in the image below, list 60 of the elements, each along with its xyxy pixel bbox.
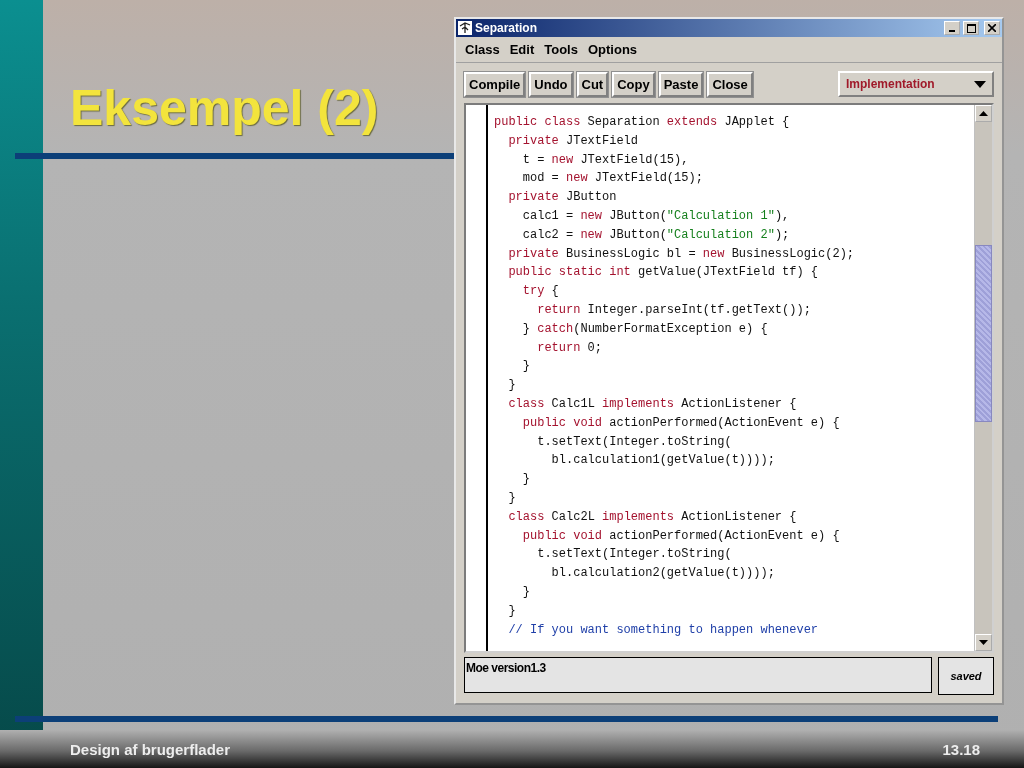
code-line: return Integer.parseInt(tf.getText()); [536, 301, 812, 319]
close-button[interactable] [984, 21, 1000, 35]
code-line: mod = new JTextField(15); [521, 170, 704, 188]
menu-item[interactable]: Class [460, 40, 505, 59]
toolbar-button[interactable]: Close [707, 71, 753, 97]
scroll-thumb[interactable] [975, 245, 992, 422]
status-message: Moe version1.3 [464, 657, 932, 693]
code-line: class Calc2L implements ActionListener { [507, 508, 798, 526]
code-line: public void actionPerformed(ActionEvent e) { [521, 414, 841, 432]
app-icon [458, 21, 472, 35]
slide-title: Eksempel (2) [70, 79, 379, 138]
code-line: private JTextField [507, 132, 640, 150]
code-line: } [507, 602, 517, 620]
dropdown-value: Implementation [846, 77, 935, 91]
toolbar-button[interactable]: Copy [612, 71, 655, 97]
code-line: t.setText(Integer.toString( [536, 433, 733, 451]
code-line: bl.calculation1(getValue(t)))); [550, 452, 776, 470]
code-line: public class Separation extends JApplet { [494, 114, 791, 131]
code-line: class Calc1L implements ActionListener { [507, 395, 798, 413]
menu-item[interactable]: Edit [504, 40, 540, 59]
scrollbar[interactable] [974, 105, 992, 651]
code-line: t = new JTextField(15), [521, 151, 690, 169]
down-arrow-icon [979, 640, 988, 645]
minimize-button[interactable] [944, 21, 960, 35]
code-line: } [507, 489, 517, 507]
footer-title: Design af brugerflader [70, 740, 231, 758]
view-dropdown[interactable]: Implementation [838, 71, 994, 97]
scroll-up-button[interactable] [975, 105, 992, 122]
scroll-down-button[interactable] [975, 634, 992, 651]
toolbar-button[interactable]: Cut [576, 71, 609, 97]
code-line: bl.calculation2(getValue(t)))); [550, 565, 776, 583]
code-line: t.setText(Integer.toString( [536, 546, 733, 564]
code-line: } [507, 377, 517, 395]
toolbar-button[interactable]: Compile [464, 71, 526, 97]
up-arrow-icon [979, 111, 988, 116]
caret-icon [974, 80, 986, 88]
code-line: } [521, 358, 531, 376]
toolbar-button[interactable]: Paste [658, 71, 704, 97]
code-line: private BusinessLogic bl = new BusinessLogic(2); [507, 245, 856, 263]
code-editor[interactable] [464, 103, 994, 653]
window-title: Separation [475, 21, 538, 35]
code-line: // If you want something to happen whenever [507, 621, 820, 639]
code-line: public static int getValue(JTextField tf) { [507, 264, 820, 282]
code-line: } catch(NumberFormatException e) { [521, 320, 769, 338]
menu-item[interactable]: Options [582, 40, 643, 59]
slide-number: 13.18 [942, 740, 980, 758]
save-status: saved [938, 657, 994, 695]
menu-item[interactable]: Tools [539, 40, 583, 59]
code-line: private JButton [507, 189, 618, 207]
code-line: public void actionPerformed(ActionEvent e) { [521, 527, 841, 545]
code-line: try { [521, 283, 560, 301]
code-line: } [521, 471, 531, 489]
code-line: calc1 = new JButton("Calculation 1"), [521, 208, 791, 225]
maximize-icon [966, 23, 976, 33]
maximize-button[interactable] [963, 21, 979, 35]
code-line: } [521, 583, 531, 601]
close-icon [988, 24, 996, 32]
code-line: calc2 = new JButton("Calculation 2"); [521, 226, 791, 244]
code-line: return 0; [536, 339, 604, 357]
toolbar-button[interactable]: Undo [529, 71, 573, 97]
